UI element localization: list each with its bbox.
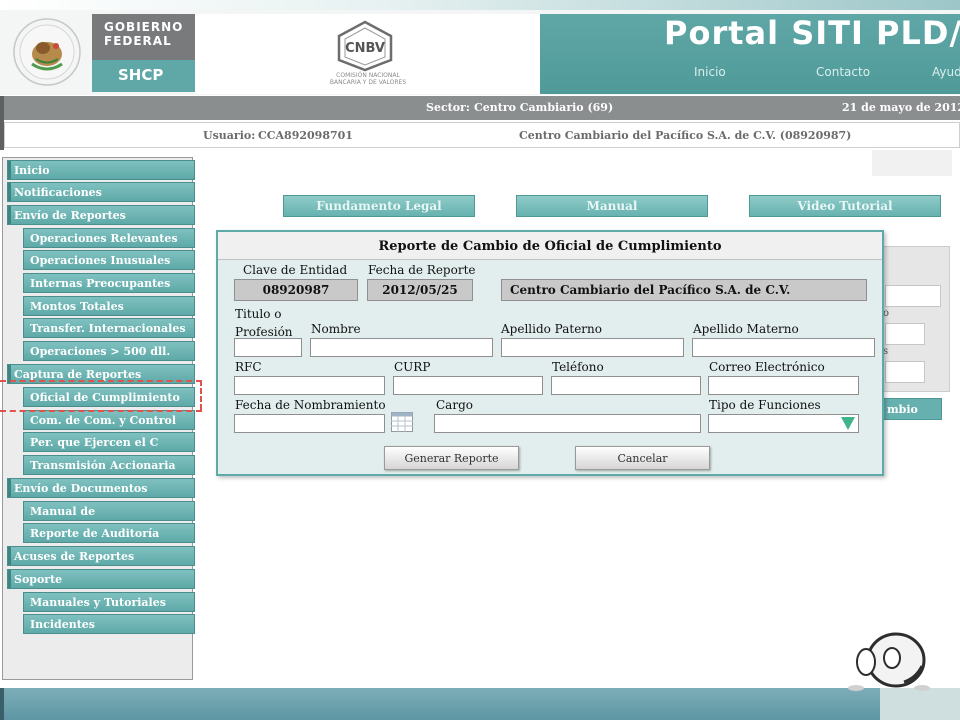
cnbv-name-line1: COMISIÓN NACIONAL — [336, 72, 400, 79]
date-text: 21 de mayo de 2012 — [842, 101, 960, 114]
fecha-reporte-label: Fecha de Reporte — [368, 263, 476, 277]
gobierno-federal-label: GOBIERNO FEDERAL — [92, 14, 195, 60]
background-field-3 — [885, 361, 925, 383]
sector-label: Sector: — [426, 101, 470, 114]
select-arrow-icon[interactable] — [841, 417, 855, 430]
shcp-label: SHCP — [92, 60, 195, 92]
sidebar-item-transmision-accionaria[interactable]: Transmisión Accionaria — [23, 455, 195, 475]
cnbv-logo-text: CNBV — [345, 41, 385, 56]
sidebar-item-incidentes[interactable]: Incidentes — [23, 614, 195, 634]
background-panel: o s — [880, 246, 950, 392]
gov-line1: GOBIERNO — [104, 20, 184, 34]
cargo-label: Cargo — [436, 398, 473, 412]
nombre-input[interactable] — [310, 338, 493, 357]
fecha-nombramiento-label: Fecha de Nombramiento — [235, 398, 386, 412]
cnbv-logo-area: CNBV COMISIÓN NACIONAL BANCARIA Y DE VAL… — [195, 14, 540, 94]
manual-button[interactable]: Manual — [516, 195, 708, 217]
sidebar-item-notificaciones[interactable]: Notificaciones — [7, 182, 195, 202]
gov-line2: FEDERAL — [104, 34, 172, 48]
sector-value: Centro Cambiario (69) — [474, 101, 614, 114]
curp-label: CURP — [394, 360, 431, 374]
nav-contacto[interactable]: Contacto — [816, 65, 870, 79]
cancelar-button[interactable]: Cancelar — [575, 446, 710, 470]
sidebar-item-internas-preocupantes[interactable]: Internas Preocupantes — [23, 273, 195, 293]
sidebar-item-reporte-auditoria[interactable]: Reporte de Auditoría — [23, 523, 195, 543]
cnbv-name-line2: BANCARIA Y DE VALORES — [329, 79, 407, 86]
fundamento-legal-button[interactable]: Fundamento Legal — [283, 195, 475, 217]
highlight-right — [200, 380, 202, 410]
apellido-materno-input[interactable] — [692, 338, 875, 357]
tipo-funciones-label: Tipo de Funciones — [709, 398, 821, 412]
sidebar-item-per-ejercen[interactable]: Per. que Ejercen el C — [23, 432, 195, 452]
sidebar-item-operaciones-500[interactable]: Operaciones > 500 dll. — [23, 341, 195, 361]
clave-entidad-field: 08920987 — [234, 279, 358, 301]
sidebar-item-montos-totales[interactable]: Montos Totales — [23, 296, 195, 316]
sidebar-item-com-control[interactable]: Com. de Com. y Control — [23, 410, 195, 430]
user-bar: Usuario: CCA892098701 Centro Cambiario d… — [4, 122, 960, 148]
header: GOBIERNO FEDERAL SHCP CNBV COMISIÓN NACI… — [0, 0, 960, 95]
sector-bar: Sector: Centro Cambiario (69) 21 de mayo… — [4, 96, 960, 120]
sidebar-item-inicio[interactable]: Inicio — [7, 160, 195, 180]
footer-bar — [0, 688, 880, 720]
telefono-input[interactable] — [551, 376, 701, 395]
calendar-icon[interactable] — [391, 412, 413, 432]
sidebar-item-manuales-tutoriales[interactable]: Manuales y Tutoriales — [23, 592, 195, 612]
fecha-reporte-field: 2012/05/25 — [367, 279, 473, 301]
cnbv-logo-icon: CNBV — [335, 20, 395, 76]
cargo-input[interactable] — [434, 414, 701, 433]
rfc-input[interactable] — [234, 376, 385, 395]
titulo-input[interactable] — [234, 338, 302, 357]
rfc-label: RFC — [235, 360, 262, 374]
entity-name-field: Centro Cambiario del Pacífico S.A. de C.… — [501, 279, 867, 301]
tipo-funciones-select[interactable] — [708, 414, 859, 433]
sidebar-item-envio-reportes[interactable]: Envío de Reportes — [7, 205, 195, 225]
sidebar-item-soporte[interactable]: Soporte — [7, 569, 195, 589]
portal-banner: Portal SITI PLD/FT Inicio Contacto Ayud — [540, 14, 960, 94]
user-label: Usuario: — [203, 129, 256, 142]
telefono-label: Teléfono — [552, 360, 604, 374]
video-tutorial-button[interactable]: Video Tutorial — [749, 195, 941, 217]
curp-input[interactable] — [393, 376, 543, 395]
apellido-materno-label: Apellido Materno — [693, 322, 799, 336]
highlight-bottom — [0, 410, 202, 412]
correo-input[interactable] — [708, 376, 859, 395]
seal-fragment — [872, 150, 952, 176]
highlight-top — [0, 380, 202, 382]
entity-text: Centro Cambiario del Pacífico S.A. de C.… — [519, 129, 852, 142]
apellido-paterno-label: Apellido Paterno — [501, 322, 602, 336]
sidebar-item-oficial-cumplimiento[interactable]: Oficial de Cumplimiento — [23, 387, 195, 407]
correo-label: Correo Electrónico — [709, 360, 825, 374]
cnbv-name: COMISIÓN NACIONAL BANCARIA Y DE VALORES — [293, 72, 443, 86]
sidebar-item-operaciones-relevantes[interactable]: Operaciones Relevantes — [23, 228, 195, 248]
nombre-label: Nombre — [311, 322, 361, 336]
sidebar-item-acuses[interactable]: Acuses de Reportes — [7, 546, 195, 566]
sidebar: Inicio Notificaciones Envío de Reportes … — [2, 157, 195, 680]
footer-accent — [0, 688, 4, 720]
titulo-label-line1: Titulo o — [235, 307, 282, 321]
mexico-seal-icon — [8, 14, 86, 90]
portal-title: Portal SITI PLD/FT — [664, 14, 960, 52]
clave-entidad-label: Clave de Entidad — [243, 263, 348, 277]
sidebar-item-manual[interactable]: Manual de — [23, 501, 195, 521]
generar-reporte-button[interactable]: Generar Reporte — [384, 446, 519, 470]
report-modal: Reporte de Cambio de Oficial de Cumplimi… — [216, 230, 884, 476]
sidebar-item-envio-documentos[interactable]: Envío de Documentos — [7, 478, 195, 498]
top-strip — [0, 0, 960, 10]
background-field-2 — [885, 323, 925, 345]
nav-ayuda[interactable]: Ayud — [932, 65, 960, 79]
titulo-label-line2: Profesión — [235, 325, 293, 339]
sidebar-item-transfer-internacionales[interactable]: Transfer. Internacionales — [23, 318, 195, 338]
apellido-paterno-input[interactable] — [501, 338, 684, 357]
background-field-1 — [885, 285, 941, 307]
fecha-nombramiento-input[interactable] — [234, 414, 385, 433]
sidebar-item-operaciones-inusuales[interactable]: Operaciones Inusuales — [23, 250, 195, 270]
nav-inicio[interactable]: Inicio — [694, 65, 726, 79]
mascot-icon — [844, 630, 940, 694]
user-value: CCA892098701 — [258, 129, 353, 142]
modal-title: Reporte de Cambio de Oficial de Cumplimi… — [218, 232, 882, 260]
